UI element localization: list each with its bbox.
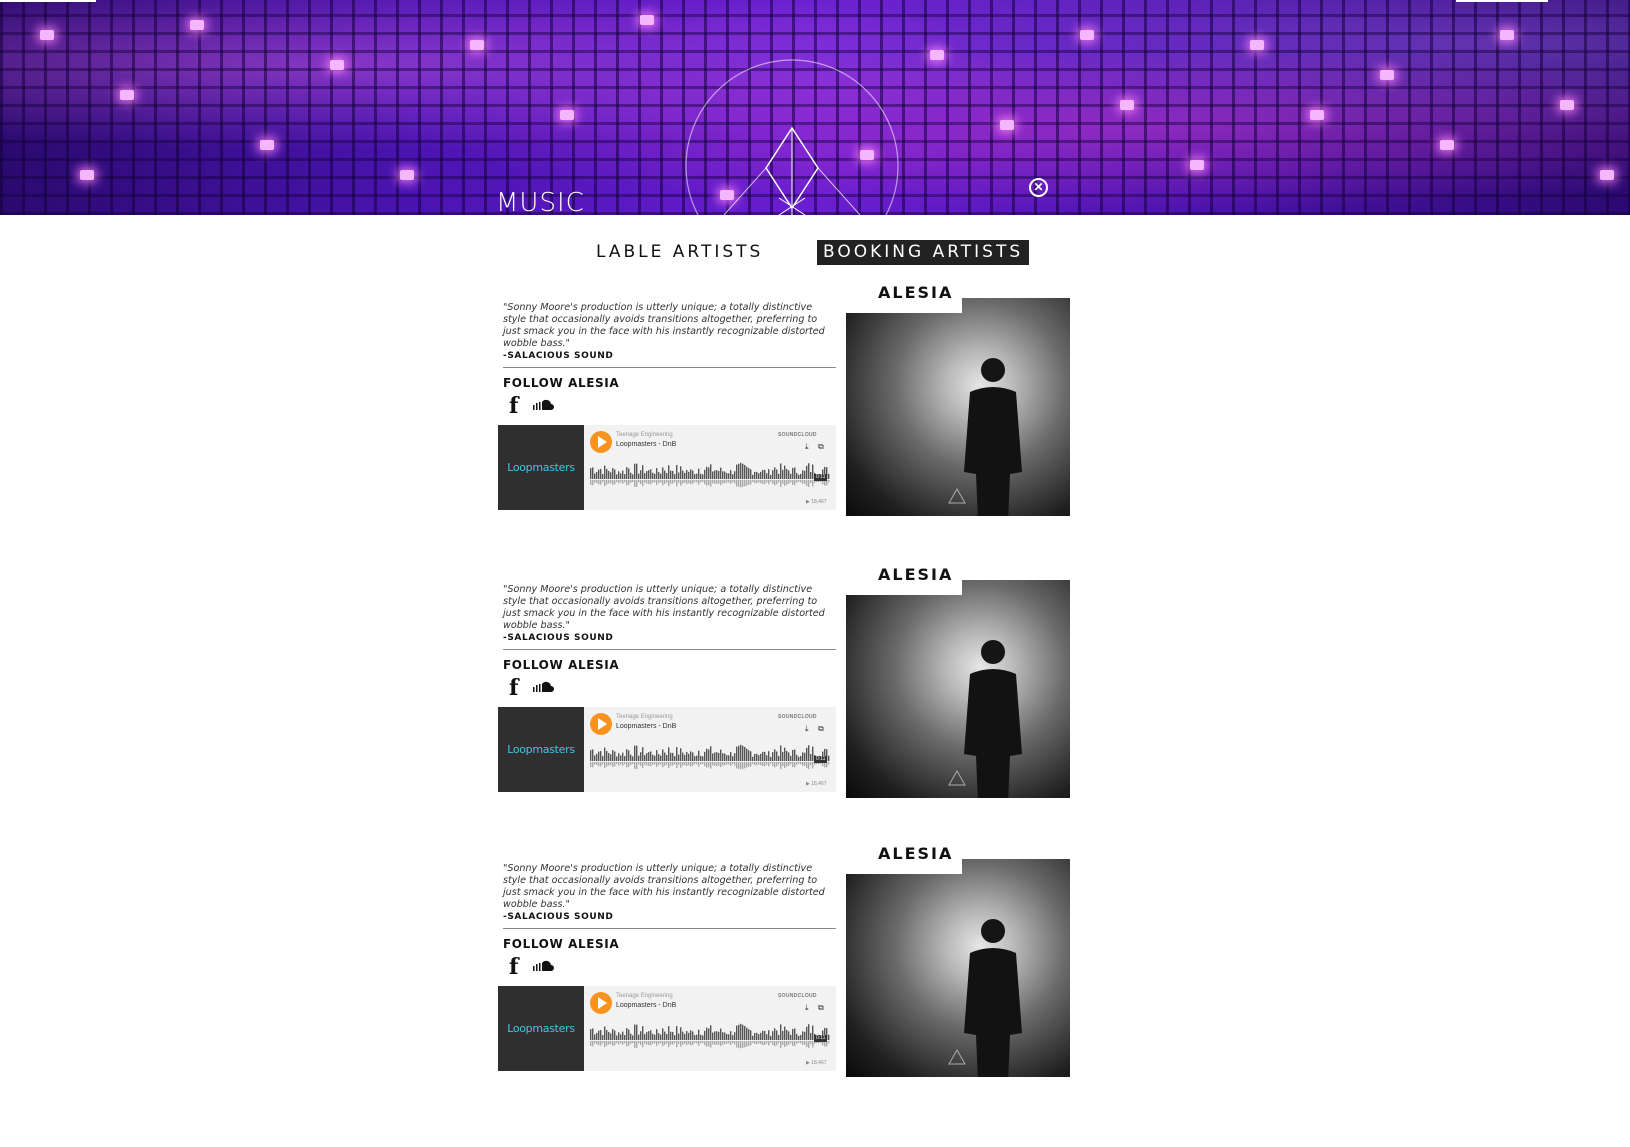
triangle-watermark-icon — [948, 770, 966, 786]
top-rule-left — [0, 0, 96, 2]
soundcloud-player: Loopmasters Teenage Engineering Loopmast… — [498, 425, 836, 510]
track-title[interactable]: Loopmasters - DnB — [616, 1002, 676, 1009]
artist-photo — [846, 298, 1070, 516]
track-user[interactable]: Teenage Engineering — [616, 432, 673, 438]
tab-booking-artists[interactable]: BOOKING ARTISTS — [817, 240, 1030, 265]
quote-source: -SALACIOUS SOUND — [503, 633, 614, 643]
artist-name: ALESIA — [878, 283, 954, 302]
artist-silhouette — [964, 919, 1022, 1077]
play-count: ▶ 18,467 — [806, 499, 827, 505]
track-artwork[interactable]: Loopmasters — [498, 707, 584, 792]
soundcloud-player: Loopmasters Teenage Engineering Loopmast… — [498, 707, 836, 792]
play-button[interactable] — [590, 992, 612, 1014]
follow-label: FOLLOW ALESIA — [503, 376, 620, 390]
waveform[interactable] — [590, 455, 830, 495]
quote-source: -SALACIOUS SOUND — [503, 351, 614, 361]
facebook-icon[interactable]: f — [509, 395, 518, 417]
track-title[interactable]: Loopmasters - DnB — [616, 723, 676, 730]
divider — [503, 928, 836, 929]
triangle-watermark-icon — [948, 488, 966, 504]
artist-silhouette — [964, 358, 1022, 516]
soundcloud-icon[interactable] — [533, 399, 557, 411]
facebook-icon[interactable]: f — [509, 956, 518, 978]
soundcloud-icon[interactable] — [533, 681, 557, 693]
time-badge: 0:11 — [814, 474, 828, 481]
follow-label: FOLLOW ALESIA — [503, 658, 620, 672]
artist-quote: "Sonny Moore's production is utterly uni… — [503, 863, 825, 910]
artist-quote: "Sonny Moore's production is utterly uni… — [503, 302, 825, 349]
share-icon[interactable]: ⧉ — [818, 442, 824, 452]
artist-card: "Sonny Moore's production is utterly uni… — [498, 562, 1070, 802]
triangle-logo-icon — [685, 59, 899, 215]
top-rule-right — [1456, 0, 1548, 2]
track-title[interactable]: Loopmasters - DnB — [616, 441, 676, 448]
follow-label: FOLLOW ALESIA — [503, 937, 620, 951]
play-button[interactable] — [590, 713, 612, 735]
close-button[interactable]: ✕ — [1029, 178, 1048, 197]
waveform[interactable] — [590, 1016, 830, 1056]
divider — [503, 649, 836, 650]
share-icon[interactable]: ⧉ — [818, 1003, 824, 1013]
time-badge: 0:11 — [814, 1035, 828, 1042]
artist-card: "Sonny Moore's production is utterly uni… — [498, 841, 1070, 1081]
track-user[interactable]: Teenage Engineering — [616, 714, 673, 720]
soundcloud-brand[interactable]: SOUNDCLOUD — [778, 993, 817, 999]
artist-name: ALESIA — [878, 565, 954, 584]
hero-banner: MUSIC ✕ — [0, 0, 1630, 215]
triangle-watermark-icon — [948, 1049, 966, 1065]
soundcloud-player: Loopmasters Teenage Engineering Loopmast… — [498, 986, 836, 1071]
divider — [503, 367, 836, 368]
artist-photo — [846, 580, 1070, 798]
waveform[interactable] — [590, 737, 830, 777]
download-icon[interactable]: ⤓ — [805, 724, 809, 734]
share-icon[interactable]: ⧉ — [818, 724, 824, 734]
soundcloud-icon[interactable] — [533, 960, 557, 972]
artist-name: ALESIA — [878, 844, 954, 863]
soundcloud-brand[interactable]: SOUNDCLOUD — [778, 714, 817, 720]
play-button[interactable] — [590, 431, 612, 453]
download-icon[interactable]: ⤓ — [805, 1003, 809, 1013]
artist-silhouette — [964, 640, 1022, 798]
play-count: ▶ 18,467 — [806, 781, 827, 787]
page-title: MUSIC — [496, 188, 585, 215]
quote-source: -SALACIOUS SOUND — [503, 912, 614, 922]
download-icon[interactable]: ⤓ — [805, 442, 809, 452]
track-artwork[interactable]: Loopmasters — [498, 986, 584, 1071]
tab-lable-artists[interactable]: LABLE ARTISTS — [590, 240, 769, 265]
time-badge: 0:11 — [814, 756, 828, 763]
soundcloud-brand[interactable]: SOUNDCLOUD — [778, 432, 817, 438]
track-user[interactable]: Teenage Engineering — [616, 993, 673, 999]
artist-quote: "Sonny Moore's production is utterly uni… — [503, 584, 825, 631]
track-artwork[interactable]: Loopmasters — [498, 425, 584, 510]
play-count: ▶ 18,467 — [806, 1060, 827, 1066]
artist-photo — [846, 859, 1070, 1077]
facebook-icon[interactable]: f — [509, 677, 518, 699]
artist-card: "Sonny Moore's production is utterly uni… — [498, 280, 1070, 520]
